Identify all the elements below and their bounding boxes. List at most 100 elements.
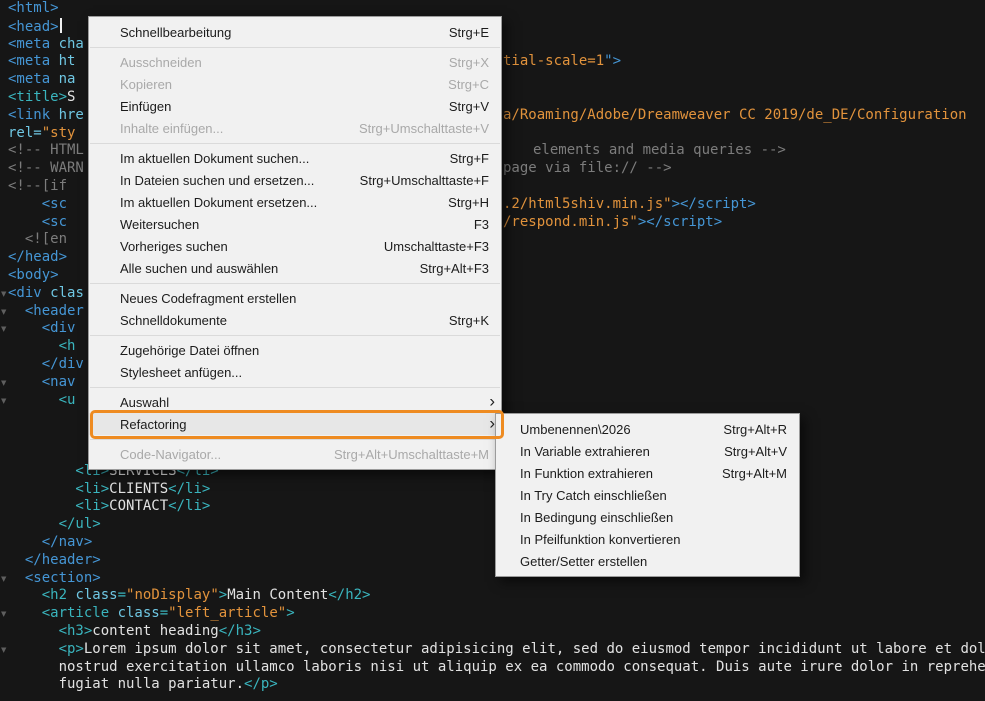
code-line: <li>CONTACT</li> [8,498,210,515]
code-fold-icon[interactable]: ▼ [1,325,6,333]
code-token: <![en [8,231,67,247]
code-line: <meta ht [8,53,75,70]
code-token: Main Content [227,587,328,603]
code-token: </h3> [219,623,261,639]
submenu-arrow-icon: › [489,393,495,410]
menu-item-alle-suchen-und-auswählen[interactable]: Alle suchen und auswählenStrg+Alt+F3 [89,257,501,279]
menu-separator [90,47,500,48]
code-fold-icon[interactable]: ▼ [1,397,6,405]
menu-item-shortcut: Strg+Alt+F3 [420,261,489,276]
code-line: rel="sty [8,125,75,142]
code-token: </p> [244,676,278,692]
code-line: <li>CLIENTS</li> [8,481,210,498]
menu-item-label: Schnellbearbeitung [120,25,425,40]
menu-item-auswahl[interactable]: Auswahl› [89,391,501,413]
code-line: <article class="left_article"> [8,605,295,622]
code-token: <h [8,338,75,354]
code-token: > [286,605,294,621]
menu-item-label: In Dateien suchen und ersetzen... [120,173,336,188]
code-line: </ul> [8,516,101,533]
code-token: </nav> [8,534,92,550]
menu-item-label: Schnelldokumente [120,313,425,328]
menu-item-shortcut: Strg+H [448,195,489,210]
menu-item-in-dateien-suchen-und-ersetzen[interactable]: In Dateien suchen und ersetzen...Strg+Um… [89,169,501,191]
menu-item-zugehörige-datei-öffnen[interactable]: Zugehörige Datei öffnen [89,339,501,361]
menu-item-neues-codefragment-erstellen[interactable]: Neues Codefragment erstellen [89,287,501,309]
menu-item-vorheriges-suchen[interactable]: Vorheriges suchen Umschalttaste+F3 [89,235,501,257]
code-line: nostrud exercitation ullamco laboris nis… [8,659,985,676]
code-line: <sc [8,196,67,213]
submenu-item-in-bedingung-einschließen[interactable]: In Bedingung einschließen [496,506,799,528]
menu-item-shortcut: Strg+E [449,25,489,40]
code-token: /respond.min.js" [503,214,638,230]
menu-item-einfügen[interactable]: EinfügenStrg+V [89,95,501,117]
menu-item-label: In Variable extrahieren [520,444,700,459]
menu-item-weitersuchen[interactable]: WeitersuchenF3 [89,213,501,235]
menu-item-ausschneiden: AusschneidenStrg+X [89,51,501,73]
submenu-item-in-pfeilfunktion-konvertieren[interactable]: In Pfeilfunktion konvertieren [496,528,799,550]
menu-item-label: In Try Catch einschließen [520,488,787,503]
menu-item-schnellbearbeitung[interactable]: Schnellbearbeitung Strg+E [89,21,501,43]
code-token: nostrud exercitation ullamco laboris nis… [8,659,985,675]
code-line: <html> [8,0,59,17]
submenu-item-in-variable-extrahieren[interactable]: In Variable extrahieren Strg+Alt+V [496,440,799,462]
code-token: <!--[if [8,178,75,194]
code-fold-icon[interactable]: ▼ [1,379,6,387]
menu-item-shortcut: Strg+Alt+R [723,422,787,437]
code-line: </nav> [8,534,92,551]
code-token: rel= [8,125,42,141]
menu-item-shortcut: Strg+F [450,151,489,166]
menu-item-label: Auswahl [120,395,489,410]
code-line: page via file:// --> [503,160,672,177]
code-line: tial-scale=1"> [503,53,621,70]
code-line: /respond.min.js"></script> [503,214,722,231]
code-line: <h [8,338,75,355]
code-token: <div [8,320,75,336]
menu-item-shortcut: Umschalttaste+F3 [384,239,489,254]
code-token: = [118,587,126,603]
menu-item-im-aktuellen-dokument-ersetzen[interactable]: Im aktuellen Dokument ersetzen...Strg+H [89,191,501,213]
code-line: a/Roaming/Adobe/Dreamweaver CC 2019/de_D… [503,107,967,124]
code-token: fugiat nulla pariatur. [8,676,244,692]
code-token: </ul> [8,516,101,532]
menu-item-label: In Funktion extrahieren [520,466,698,481]
code-fold-icon[interactable]: ▼ [1,610,6,618]
code-token: CONTACT [109,498,168,514]
menu-item-shortcut: Strg+Alt+M [722,466,787,481]
code-line: <div clas [8,285,84,302]
menu-item-stylesheet-anfügen[interactable]: Stylesheet anfügen... [89,361,501,383]
submenu-item-in-funktion-extrahieren[interactable]: In Funktion extrahieren Strg+Alt+M [496,462,799,484]
code-line: <body> [8,267,59,284]
code-token: <html> [8,0,59,16]
submenu-item-getter-setter-erstellen[interactable]: Getter/Setter erstellen [496,550,799,572]
code-token: <sc [8,196,67,212]
menu-separator [90,283,500,284]
code-line: elements and media queries --> [533,142,786,159]
menu-item-label: Inhalte einfügen... [120,121,335,136]
code-fold-icon[interactable]: ▼ [1,290,6,298]
menu-item-label: Vorheriges suchen [120,239,360,254]
submenu-item-in-try-catch-einschließen[interactable]: In Try Catch einschließen [496,484,799,506]
code-line: <header [8,303,84,320]
menu-item-shortcut: Strg+V [449,99,489,114]
code-token: ></script> [672,196,756,212]
code-token: a/Roaming/Adobe/Dreamweaver CC 2019/de_D… [503,107,967,123]
menu-item-label: In Bedingung einschließen [520,510,787,525]
code-line: </div [8,356,84,373]
dreamweaver-code-view: <html><head><meta cha<meta ht<meta na<ti… [0,0,985,701]
menu-item-refactoring[interactable]: Refactoring› [89,413,501,435]
menu-separator [90,439,500,440]
code-fold-icon[interactable]: ▼ [1,308,6,316]
code-token: <nav [8,374,75,390]
menu-item-schnelldokumente[interactable]: SchnelldokumenteStrg+K [89,309,501,331]
menu-item-im-aktuellen-dokument-suchen[interactable]: Im aktuellen Dokument suchen...Strg+F [89,147,501,169]
code-fold-icon[interactable]: ▼ [1,646,6,654]
menu-item-shortcut: Strg+Umschalttaste+V [359,121,489,136]
code-line: <section> [8,570,101,587]
menu-item-shortcut: Strg+Alt+V [724,444,787,459]
menu-item-label: Kopieren [120,77,424,92]
submenu-item-umbenennen-2026[interactable]: Umbenennen\2026Strg+Alt+R [496,418,799,440]
code-fold-icon[interactable]: ▼ [1,575,6,583]
code-token: </header> [8,552,101,568]
code-token: S [67,89,75,105]
